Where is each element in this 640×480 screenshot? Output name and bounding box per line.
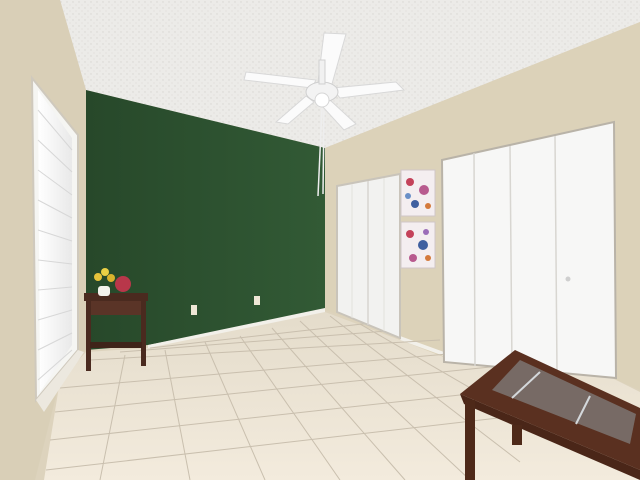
- artwork-top: [400, 169, 436, 217]
- outlet-right: [254, 296, 260, 305]
- small-closet[interactable]: [336, 172, 401, 340]
- room-scene: [0, 0, 640, 480]
- large-closet[interactable]: [440, 120, 618, 380]
- artwork-bottom: [400, 221, 436, 269]
- outlet-left: [191, 305, 197, 315]
